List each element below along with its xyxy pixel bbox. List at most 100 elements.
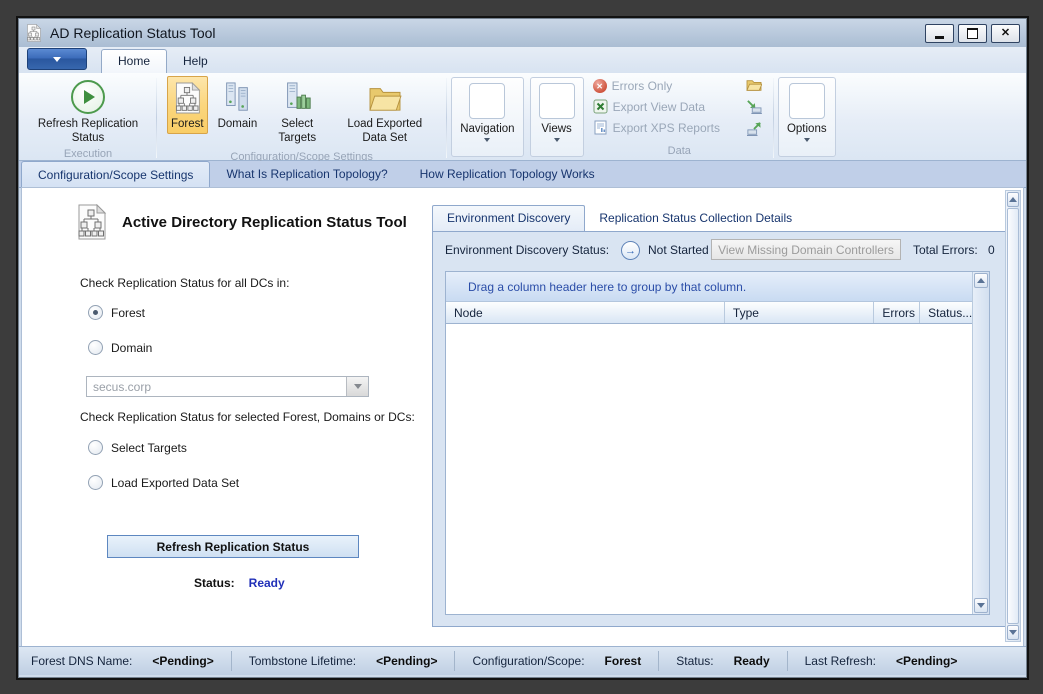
arrow-up-icon bbox=[977, 278, 985, 283]
statusbar-status: Status: Ready bbox=[659, 651, 787, 671]
views-label: Views bbox=[541, 123, 571, 135]
domain-icon bbox=[221, 79, 253, 117]
status-line: Status: Ready bbox=[194, 576, 285, 590]
scroll-up-button[interactable] bbox=[1007, 192, 1019, 207]
load-exported-data-set-button[interactable]: Load Exported Data Set bbox=[333, 76, 436, 149]
content-scrollbar[interactable] bbox=[1005, 190, 1021, 642]
select-targets-icon bbox=[281, 79, 313, 117]
tombstone-label: Tombstone Lifetime: bbox=[249, 654, 356, 668]
divider bbox=[156, 78, 157, 158]
export-view-data-button[interactable]: Export View Data bbox=[593, 99, 720, 114]
tab-configuration-scope-settings[interactable]: Configuration/Scope Settings bbox=[21, 161, 210, 188]
maximize-button[interactable] bbox=[958, 24, 987, 43]
tab-help[interactable]: Help bbox=[167, 50, 224, 73]
refresh-replication-status-label: Refresh Replication Status bbox=[27, 117, 149, 146]
chevron-down-icon bbox=[554, 138, 560, 142]
arrow-down-icon bbox=[977, 603, 985, 608]
refresh-replication-status-button[interactable]: Refresh Replication Status bbox=[27, 76, 149, 146]
domain-radio-label: Domain bbox=[111, 341, 152, 355]
chevron-down-icon bbox=[53, 57, 61, 62]
chevron-down-icon bbox=[484, 138, 490, 142]
chevron-down-icon bbox=[804, 138, 810, 142]
import-data-icon[interactable] bbox=[746, 100, 762, 114]
tab-home[interactable]: Home bbox=[101, 49, 167, 73]
select-targets-button[interactable]: Select Targets bbox=[267, 76, 327, 149]
column-header-node[interactable]: Node bbox=[446, 302, 725, 323]
options-label: Options bbox=[787, 123, 827, 135]
domain-combobox[interactable]: secus.corp bbox=[86, 376, 369, 397]
maximize-icon bbox=[967, 28, 978, 39]
scrollbar-thumb[interactable] bbox=[1007, 208, 1019, 624]
grid-column-headers: Node Type Errors Status... bbox=[446, 302, 972, 324]
group-by-header[interactable]: Drag a column header here to group by th… bbox=[446, 272, 972, 302]
divider bbox=[446, 78, 447, 158]
tab-what-is-replication-topology[interactable]: What Is Replication Topology? bbox=[210, 161, 403, 187]
tab-environment-discovery[interactable]: Environment Discovery bbox=[432, 205, 585, 231]
radio-selected-icon bbox=[88, 305, 103, 320]
scroll-up-button[interactable] bbox=[974, 273, 988, 288]
navigation-icon bbox=[469, 83, 505, 119]
tab-how-replication-topology-works[interactable]: How Replication Topology Works bbox=[404, 161, 611, 187]
folder-icon bbox=[368, 79, 402, 117]
window-controls: ✕ bbox=[925, 24, 1020, 43]
navigation-button[interactable]: Navigation bbox=[451, 77, 523, 157]
ribbon-group-configuration-scope: Forest Domain bbox=[158, 76, 445, 160]
folder-small-icon[interactable] bbox=[746, 78, 762, 92]
statusbar-configuration-scope: Configuration/Scope: Forest bbox=[455, 651, 659, 671]
forest-radio-label: Forest bbox=[111, 306, 145, 320]
load-exported-radio-label: Load Exported Data Set bbox=[111, 476, 239, 490]
play-icon bbox=[71, 80, 105, 114]
column-header-errors[interactable]: Errors bbox=[874, 302, 920, 323]
results-grid: Drag a column header here to group by th… bbox=[445, 271, 990, 615]
app-icon bbox=[25, 24, 42, 42]
domain-radio[interactable]: Domain bbox=[88, 340, 152, 355]
radio-icon bbox=[88, 475, 103, 490]
total-errors-label: Total Errors: bbox=[913, 243, 978, 257]
close-button[interactable]: ✕ bbox=[991, 24, 1020, 43]
select-targets-radio-label: Select Targets bbox=[111, 441, 187, 455]
last-refresh-value: <Pending> bbox=[896, 654, 957, 668]
statusbar-status-value: Ready bbox=[734, 654, 770, 668]
domain-label: Domain bbox=[218, 117, 258, 131]
select-targets-radio[interactable]: Select Targets bbox=[88, 440, 187, 455]
app-menu-button[interactable] bbox=[27, 48, 87, 70]
right-panel-tabs: Environment Discovery Replication Status… bbox=[432, 202, 806, 231]
scroll-down-button[interactable] bbox=[1007, 625, 1019, 640]
options-button[interactable]: Options bbox=[778, 77, 836, 157]
status-label: Status: bbox=[194, 576, 235, 590]
status-arrow-icon: → bbox=[621, 241, 640, 260]
views-icon bbox=[539, 83, 575, 119]
refresh-replication-status-main-button[interactable]: Refresh Replication Status bbox=[107, 535, 359, 558]
errors-only-label: Errors Only bbox=[612, 79, 673, 93]
radio-icon bbox=[88, 340, 103, 355]
minimize-button[interactable] bbox=[925, 24, 954, 43]
grid-scrollbar[interactable] bbox=[972, 272, 989, 614]
statusbar-forest-dns: Forest DNS Name: <Pending> bbox=[31, 651, 232, 671]
column-header-type[interactable]: Type bbox=[725, 302, 874, 323]
scroll-down-button[interactable] bbox=[974, 598, 988, 613]
export-xps-reports-button[interactable]: Export XPS Reports bbox=[593, 120, 720, 135]
combobox-dropdown-button[interactable] bbox=[346, 377, 368, 396]
total-errors-value: 0 bbox=[988, 243, 995, 257]
export-data-icon[interactable] bbox=[746, 122, 762, 136]
environment-discovery-status-value: Not Started bbox=[648, 243, 709, 257]
title-bar: AD Replication Status Tool ✕ bbox=[19, 19, 1026, 47]
view-missing-domain-controllers-button[interactable]: View Missing Domain Controllers bbox=[711, 239, 901, 260]
column-header-status[interactable]: Status... bbox=[920, 302, 972, 323]
forest-dns-label: Forest DNS Name: bbox=[31, 654, 132, 668]
errors-only-button[interactable]: ✕ Errors Only bbox=[593, 79, 720, 93]
views-button[interactable]: Views bbox=[530, 77, 584, 157]
window-title: AD Replication Status Tool bbox=[50, 25, 216, 41]
forest-dns-value: <Pending> bbox=[152, 654, 213, 668]
forest-radio[interactable]: Forest bbox=[88, 305, 145, 320]
close-icon: ✕ bbox=[1001, 28, 1010, 39]
load-exported-radio[interactable]: Load Exported Data Set bbox=[88, 475, 239, 490]
statusbar-status-label: Status: bbox=[676, 654, 713, 668]
arrow-up-icon bbox=[1009, 197, 1017, 202]
minimize-icon bbox=[935, 36, 944, 39]
forest-button[interactable]: Forest bbox=[167, 76, 208, 134]
domain-button[interactable]: Domain bbox=[214, 76, 262, 134]
tab-replication-status-collection-details[interactable]: Replication Status Collection Details bbox=[585, 206, 806, 231]
export-xps-reports-label: Export XPS Reports bbox=[613, 121, 720, 135]
environment-discovery-panel: Environment Discovery Status: → Not Star… bbox=[432, 231, 1009, 627]
